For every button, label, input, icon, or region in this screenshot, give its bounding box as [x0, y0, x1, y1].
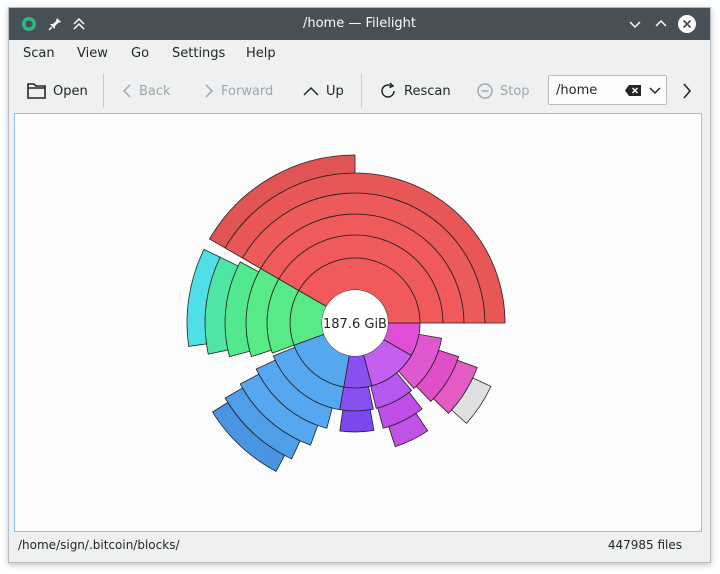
menu-view[interactable]: View	[77, 46, 108, 61]
window-title: /home — Filelight	[302, 16, 417, 31]
menu-scan[interactable]: Scan	[23, 46, 55, 61]
minimize-icon[interactable]	[627, 16, 643, 32]
rescan-button[interactable]: Rescan	[378, 80, 451, 102]
segment-violet[interactable]	[339, 386, 374, 412]
clear-text-icon[interactable]	[624, 84, 642, 97]
toolbar-separator	[103, 74, 104, 108]
open-button[interactable]: Open	[27, 80, 88, 102]
statusbar: /home/sign/.bitcoin/blocks/ 447985 files	[9, 536, 710, 558]
refresh-icon	[381, 82, 395, 98]
chevron-up-icon	[303, 86, 319, 96]
back-button[interactable]: Back	[121, 80, 171, 102]
menu-go[interactable]: Go	[131, 46, 149, 61]
forward-label: Forward	[221, 83, 274, 99]
radial-map[interactable]: 187.6 GiB	[15, 114, 701, 531]
status-path: /home/sign/.bitcoin/blocks/	[18, 538, 180, 552]
chevron-right-icon	[205, 84, 214, 98]
up-button[interactable]: Up	[302, 80, 344, 102]
menu-settings[interactable]: Settings	[172, 46, 225, 61]
location-value: /home	[556, 83, 598, 98]
center-size-label: 187.6 GiB	[323, 317, 387, 332]
open-label: Open	[53, 83, 88, 99]
filelight-window: /home — Filelight Scan View Go Settings …	[8, 7, 711, 563]
stop-label: Stop	[500, 83, 530, 99]
location-input[interactable]: /home	[548, 75, 667, 105]
maximize-icon[interactable]	[653, 16, 669, 32]
menu-help[interactable]: Help	[246, 46, 276, 61]
rescan-label: Rescan	[404, 83, 451, 99]
toolbar-separator	[361, 74, 362, 108]
segment-violet[interactable]	[339, 409, 375, 433]
stop-icon	[477, 83, 493, 99]
chevron-left-icon	[122, 84, 131, 98]
back-label: Back	[139, 83, 171, 99]
close-icon[interactable]	[677, 14, 697, 34]
folder-open-icon	[27, 83, 46, 99]
menubar: Scan View Go Settings Help	[9, 40, 710, 68]
titlebar: /home — Filelight	[9, 8, 710, 40]
status-file-count: 447985 files	[607, 538, 682, 552]
toolbar-overflow-icon[interactable]	[681, 82, 693, 100]
toolbar: Open Back Forward Up Rescan Stop /home	[9, 70, 710, 112]
up-label: Up	[326, 83, 344, 99]
chevron-down-icon[interactable]	[649, 86, 661, 96]
radial-map-view[interactable]: 187.6 GiB	[14, 113, 702, 532]
stop-button[interactable]: Stop	[476, 80, 530, 102]
forward-button[interactable]: Forward	[203, 80, 273, 102]
